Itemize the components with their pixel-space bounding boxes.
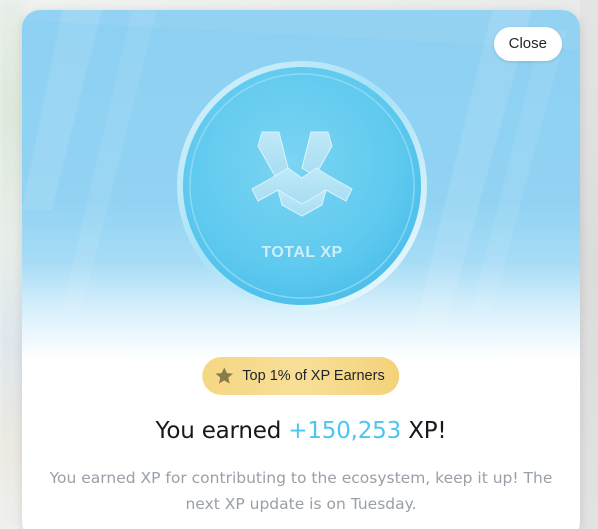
xp-reward-modal: Close TOTAL XP Top 1% of XP Earners You … (22, 10, 580, 529)
total-xp-coin: TOTAL XP (177, 61, 427, 311)
xp-amount: +150,253 (288, 418, 402, 444)
hero-banner: Close TOTAL XP (22, 10, 580, 360)
xp-earned-headline: You earned +150,253 XP! (22, 418, 580, 444)
top-earners-badge: Top 1% of XP Earners (202, 357, 400, 395)
close-button[interactable]: Close (493, 27, 562, 61)
headline-suffix: XP! (408, 418, 447, 444)
description-text: You earned XP for contributing to the ec… (49, 469, 553, 513)
background-right-panel (580, 0, 598, 529)
star-icon (215, 367, 233, 384)
badge-label: Top 1% of XP Earners (242, 368, 385, 384)
coin-label: TOTAL XP (261, 244, 342, 261)
background-left-panel (0, 0, 24, 529)
headline-prefix: You earned (155, 418, 282, 444)
